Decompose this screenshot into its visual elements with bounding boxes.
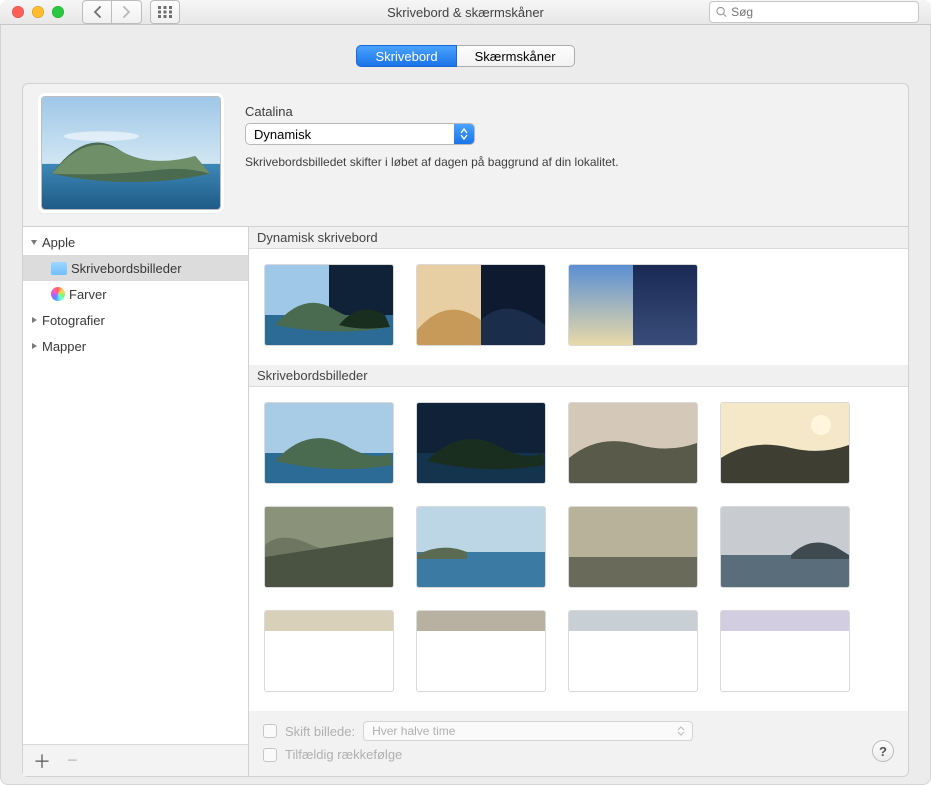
wallpaper-thumb[interactable] (569, 403, 697, 483)
wallpaper-thumb[interactable] (721, 403, 849, 483)
mode-description: Skrivebordsbilledet skifter i løbet af d… (245, 155, 890, 169)
titlebar: Skrivebord & skærmskåner (0, 0, 931, 25)
zoom-button[interactable] (52, 6, 64, 18)
window-title: Skrivebord & skærmskåner (387, 5, 544, 20)
nav-buttons (82, 0, 142, 24)
mode-select-value: Dynamisk (254, 127, 311, 142)
wallpaper-thumb[interactable] (417, 403, 545, 483)
show-all-button[interactable] (150, 0, 180, 24)
tab-desktop[interactable]: Skrivebord (356, 45, 456, 67)
minimize-button[interactable] (32, 6, 44, 18)
wallpaper-thumb[interactable] (417, 507, 545, 587)
color-wheel-icon (51, 287, 65, 301)
random-order-checkbox[interactable] (263, 748, 277, 762)
wallpaper-thumb[interactable] (569, 611, 697, 691)
tab-bar: Skrivebord Skærmskåner (22, 45, 909, 67)
section-header-pictures: Skrivebordsbilleder (249, 365, 908, 387)
wallpaper-thumb[interactable] (265, 611, 393, 691)
interval-select[interactable]: Hver halve time (363, 721, 693, 741)
sidebar-item-apple[interactable]: Apple (23, 229, 248, 255)
mode-select[interactable]: Dynamisk (245, 123, 475, 145)
sidebar-label: Skrivebordsbilleder (71, 261, 182, 276)
wallpaper-thumb[interactable] (569, 507, 697, 587)
remove-source-button[interactable]: − (67, 750, 78, 771)
wallpaper-thumb[interactable] (569, 265, 697, 345)
wallpaper-grid[interactable]: Dynamisk skrivebord Skrivebordsbilleder (249, 227, 908, 711)
back-button[interactable] (82, 0, 112, 24)
disclosure-triangle-icon (29, 316, 38, 325)
wallpaper-thumb[interactable] (417, 611, 545, 691)
change-picture-label: Skift billede: (285, 724, 355, 739)
disclosure-triangle-icon (29, 342, 38, 351)
folder-icon (51, 262, 67, 275)
help-button[interactable]: ? (872, 740, 894, 762)
search-field[interactable] (709, 1, 919, 23)
wallpaper-thumb[interactable] (417, 265, 545, 345)
source-sidebar: Apple Skrivebordsbilleder Farver Fo (23, 227, 249, 776)
search-icon (716, 6, 727, 18)
add-source-button[interactable]: ＋ (33, 748, 51, 774)
sidebar-item-colors[interactable]: Farver (23, 281, 248, 307)
wallpaper-thumb[interactable] (265, 265, 393, 345)
forward-button[interactable] (112, 0, 142, 24)
chevron-updown-icon (674, 722, 688, 740)
tab-screensaver[interactable]: Skærmskåner (457, 45, 575, 67)
interval-value: Hver halve time (372, 724, 455, 738)
chevron-updown-icon (454, 124, 474, 144)
grid-icon (158, 6, 172, 18)
sidebar-label: Mapper (42, 339, 86, 354)
sidebar-item-desktop-pictures[interactable]: Skrivebordsbilleder (23, 255, 248, 281)
wallpaper-thumb[interactable] (721, 611, 849, 691)
sidebar-label: Fotografier (42, 313, 105, 328)
wallpaper-thumb[interactable] (265, 403, 393, 483)
sidebar-item-folders[interactable]: Mapper (23, 333, 248, 359)
change-picture-checkbox[interactable] (263, 724, 277, 738)
close-button[interactable] (12, 6, 24, 18)
wallpaper-thumb[interactable] (265, 507, 393, 587)
search-input[interactable] (731, 5, 912, 19)
sidebar-label: Farver (69, 287, 107, 302)
sidebar-item-photos[interactable]: Fotografier (23, 307, 248, 333)
section-header-dynamic: Dynamisk skrivebord (249, 227, 908, 249)
disclosure-triangle-icon (29, 238, 38, 247)
wallpaper-thumb[interactable] (721, 507, 849, 587)
random-order-label: Tilfældig rækkefølge (285, 747, 402, 762)
current-wallpaper-preview (41, 96, 221, 210)
window-controls (12, 6, 64, 18)
wallpaper-name: Catalina (245, 104, 890, 119)
sidebar-label: Apple (42, 235, 75, 250)
